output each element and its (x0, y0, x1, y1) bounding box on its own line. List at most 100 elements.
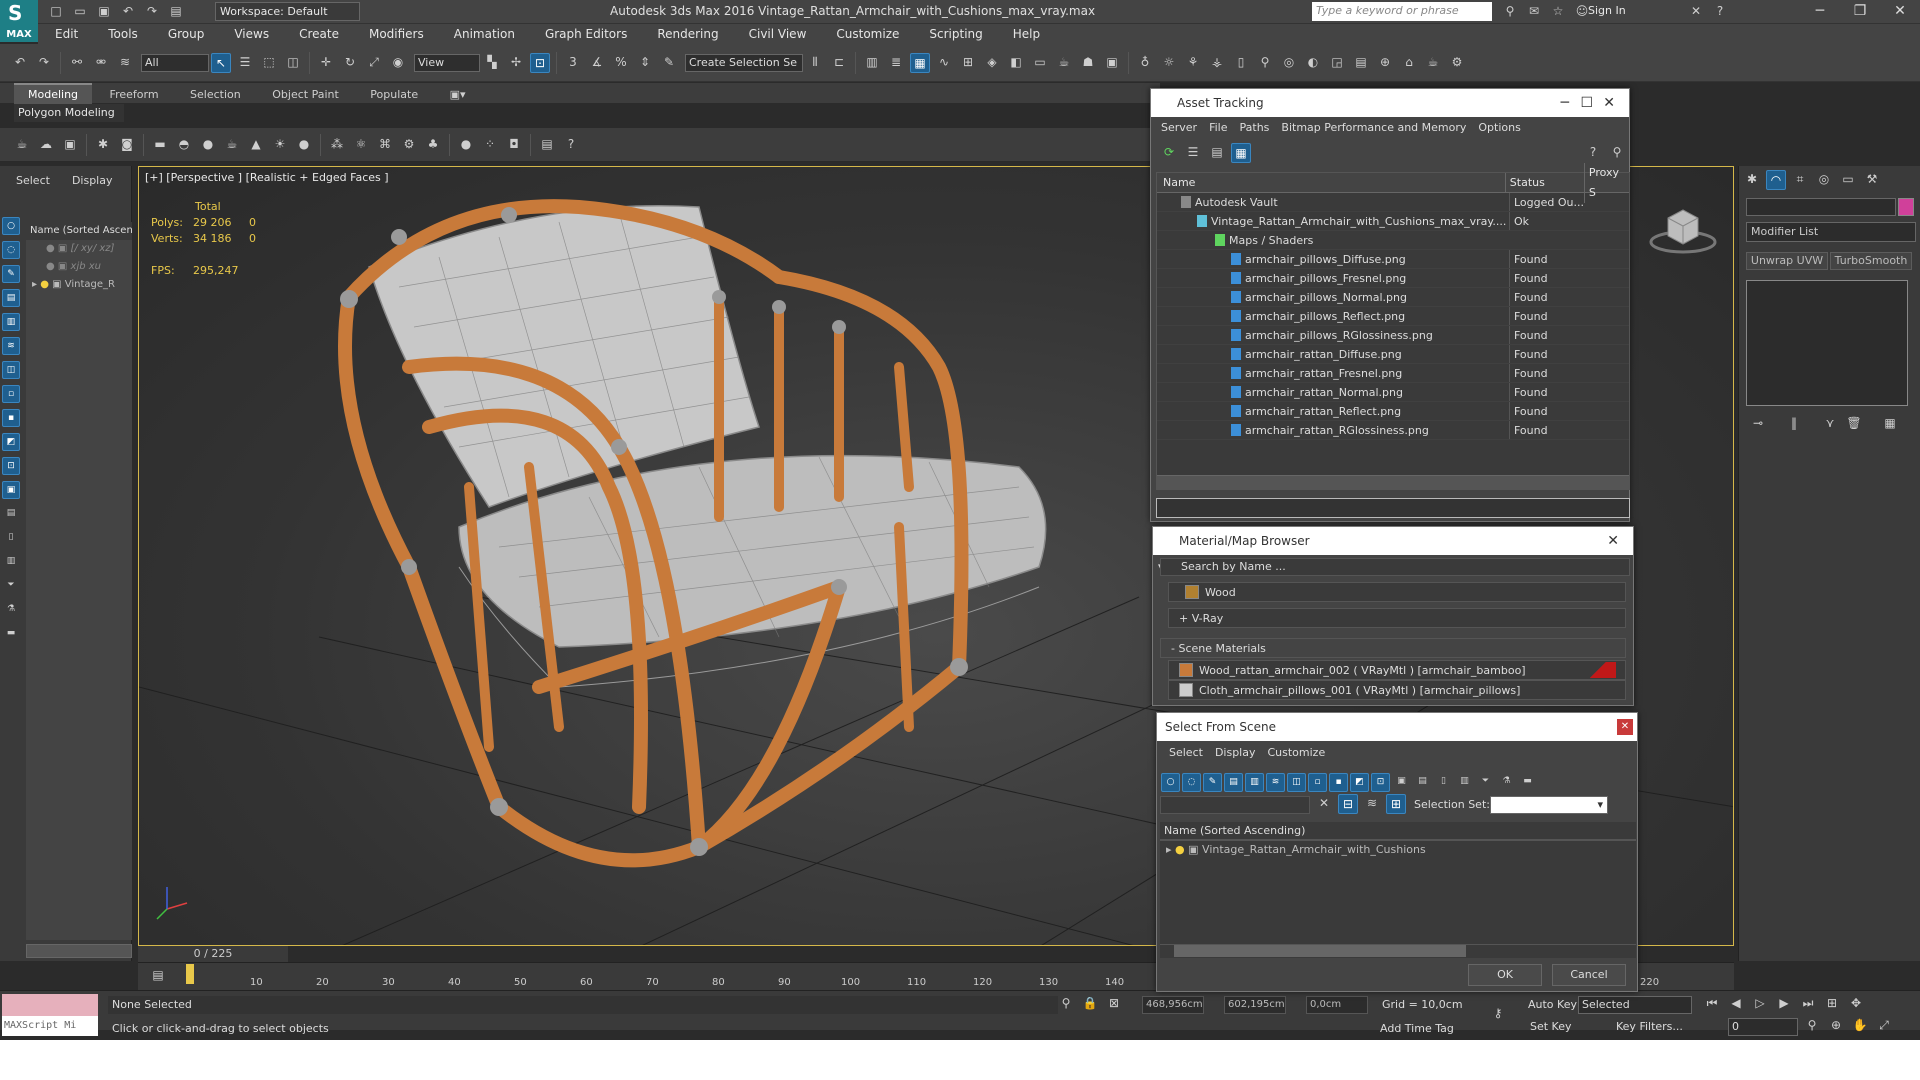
object-name-field[interactable] (1746, 198, 1896, 216)
percent-snap-icon[interactable]: % (611, 53, 631, 73)
lock-icon[interactable]: 🔒 (1080, 994, 1100, 1014)
table-row[interactable]: armchair_pillows_RGlossiness.png Found (1157, 326, 1629, 345)
expand-arrow-icon[interactable]: ▸ (32, 279, 40, 290)
vray-teapot-icon[interactable]: ☕ (1423, 53, 1443, 73)
menu-display[interactable]: Display (1215, 742, 1256, 764)
asset-path-field[interactable] (1156, 498, 1630, 518)
project-icon[interactable]: ▤ (166, 2, 186, 22)
find-name-input[interactable] (1160, 796, 1310, 814)
modifier-list-dropdown[interactable]: Modifier List (1746, 222, 1916, 242)
vray-settings-icon[interactable]: ⚙ (1447, 53, 1467, 73)
motion-tab-icon[interactable]: ◎ (1814, 170, 1834, 190)
cloud-icon[interactable]: ☁ (36, 135, 56, 155)
star-icon[interactable]: ☆ (1548, 2, 1568, 22)
tab-freeform[interactable]: Freeform (96, 85, 173, 105)
gear-icon[interactable]: ⚙ (399, 135, 419, 155)
frame-counter[interactable]: 0 / 225 (138, 946, 288, 962)
move-icon[interactable]: ✛ (316, 53, 336, 73)
filter-none-icon[interactable]: ▯ (2, 529, 20, 547)
menu-rendering[interactable]: Rendering (657, 24, 718, 44)
vray-proxy-icon[interactable]: ⚘ (1183, 53, 1203, 73)
filter-spacewarps-icon[interactable]: ≋ (1266, 772, 1285, 792)
help-icon[interactable]: ? (1583, 143, 1603, 163)
table-row[interactable]: Vintage_Rattan_Armchair_with_Cushions_ma… (1157, 212, 1629, 231)
disc-icon[interactable]: ● (294, 135, 314, 155)
filter-spacewarps-icon[interactable]: ≋ (2, 337, 20, 355)
show-end-result-icon[interactable]: ‖ (1784, 414, 1804, 434)
minimize-icon[interactable]: ─ (1800, 2, 1840, 22)
manipulate-icon[interactable]: ✢ (506, 53, 526, 73)
select-invert-icon[interactable]: ▥ (1455, 773, 1474, 792)
case-sensitive-icon[interactable]: ⊟ (1338, 794, 1358, 814)
hierarchy-icon[interactable]: ⚗ (1497, 773, 1516, 792)
camera-icon[interactable]: ◙ (117, 135, 137, 155)
undo-icon[interactable]: ↶ (10, 53, 30, 73)
menu-options[interactable]: Options (1478, 117, 1520, 139)
table-row[interactable]: Maps / Shaders (1157, 231, 1629, 250)
time-slider-handle[interactable] (186, 964, 194, 984)
list-item[interactable]: ▸ ● ▣ Vintage_R (26, 276, 132, 294)
material-browser-titlebar[interactable]: Material/Map Browser ✕ (1153, 527, 1633, 555)
dynamics-icon[interactable]: ⚛ (351, 135, 371, 155)
app-logo[interactable]: S MAX (0, 0, 38, 42)
vray-frame-icon[interactable]: ▣ (1102, 53, 1122, 73)
filter-containers-icon[interactable]: ◩ (1350, 772, 1369, 792)
key-icon[interactable]: ⚷ (1486, 1004, 1510, 1024)
filter-groups-icon[interactable]: ◫ (1287, 772, 1306, 792)
cancel-button[interactable]: Cancel (1552, 964, 1626, 986)
pin-icon[interactable]: ⚲ (1607, 143, 1627, 163)
list-item[interactable]: ● ▣ [/ xy/ xz] (26, 240, 132, 258)
filter-xrefs-icon[interactable]: ▫ (2, 385, 20, 403)
cone-icon[interactable]: ▲ (246, 135, 266, 155)
settings-icon[interactable]: ▤ (537, 135, 557, 155)
display-tab-icon[interactable]: ▭ (1838, 170, 1858, 190)
zoom-extents-icon[interactable]: ⊞ (1822, 994, 1842, 1014)
schematic-view-icon[interactable]: ⊞ (958, 53, 978, 73)
funnel-icon[interactable]: ⏷ (1476, 773, 1495, 792)
menu-scripting[interactable]: Scripting (929, 24, 982, 44)
rotate-icon[interactable]: ↻ (340, 53, 360, 73)
vray-lister-icon[interactable]: ▤ (1351, 53, 1371, 73)
render-iterative-icon[interactable]: ☗ (1078, 53, 1098, 73)
filter-invert-icon[interactable]: ▥ (2, 553, 20, 571)
scene-list-header[interactable]: Name (Sorted Ascending) (1160, 822, 1636, 840)
menu-paths[interactable]: Paths (1240, 117, 1270, 139)
menu-customize[interactable]: Customize (836, 24, 899, 44)
menu-file[interactable]: File (1209, 117, 1227, 139)
redo-icon[interactable]: ↷ (34, 53, 54, 73)
previous-frame-icon[interactable]: ◀ (1726, 994, 1746, 1014)
select-object-icon[interactable]: ↖ (211, 52, 231, 73)
list-item[interactable]: ▸ ● ▣ Vintage_Rattan_Armchair_with_Cushi… (1160, 841, 1636, 859)
orbit-icon[interactable]: ✥ (1846, 994, 1866, 1014)
list-item[interactable]: ● ▣ xjb xu (26, 258, 132, 276)
vray-mesh-export-icon[interactable]: ◲ (1327, 53, 1347, 73)
group-wood[interactable]: Wood (1168, 582, 1626, 602)
window-crossing-icon[interactable]: ◫ (283, 53, 303, 73)
mini-curve-editor-icon[interactable]: ▤ (146, 966, 170, 986)
table-row[interactable]: armchair_rattan_Reflect.png Found (1157, 402, 1629, 421)
material-item[interactable]: Cloth_armchair_pillows_001 ( VRayMtl ) [… (1168, 680, 1626, 700)
box-icon[interactable]: ▬ (150, 135, 170, 155)
vray-camera-icon[interactable]: ◎ (1279, 53, 1299, 73)
filter-hidden-icon[interactable]: ▣ (1392, 773, 1411, 792)
place-icon[interactable]: ◉ (388, 53, 408, 73)
list-view-icon[interactable]: ☰ (1183, 143, 1203, 163)
zoom-icon[interactable]: ⚲ (1802, 1016, 1822, 1036)
menu-bitmap-performance[interactable]: Bitmap Performance and Memory (1281, 117, 1466, 139)
clear-search-icon[interactable]: ✕ (1314, 794, 1334, 814)
material-ball-icon[interactable]: ● (456, 135, 476, 155)
selection-set-icon[interactable]: ⊞ (1386, 794, 1406, 814)
next-frame-icon[interactable]: ▶ (1774, 994, 1794, 1014)
pan-icon[interactable]: ✋ (1850, 1016, 1870, 1036)
z-coordinate-field[interactable]: 0,0cm (1306, 996, 1368, 1014)
menu-tools[interactable]: Tools (108, 24, 138, 44)
table-row[interactable]: armchair_rattan_Diffuse.png Found (1157, 345, 1629, 364)
filter-shapes-icon[interactable]: ◌ (1182, 772, 1201, 792)
scene-list-scrollbar[interactable] (1160, 944, 1636, 958)
help-circle-icon[interactable]: ? (561, 135, 581, 155)
menu-create[interactable]: Create (299, 24, 339, 44)
tab-populate[interactable]: Populate (356, 85, 432, 105)
filter-geometry-icon[interactable]: ○ (2, 217, 20, 235)
column-proxy[interactable]: Proxy S (1583, 162, 1629, 203)
keyboard-shortcut-icon[interactable]: ⊡ (530, 52, 550, 73)
